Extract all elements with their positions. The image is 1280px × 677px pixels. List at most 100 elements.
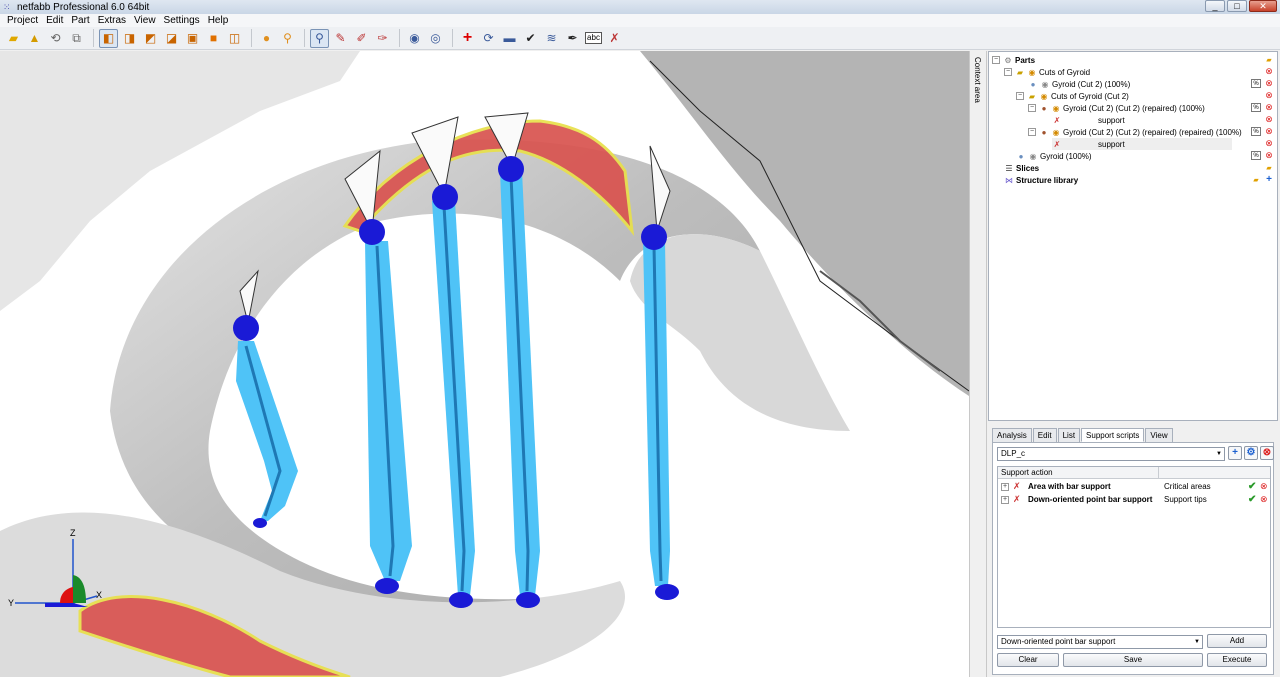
3d-viewport[interactable]: Z Y X bbox=[0, 51, 969, 677]
remove-icon[interactable]: ⊗ bbox=[1264, 90, 1274, 100]
tab-analysis[interactable]: Analysis bbox=[992, 428, 1032, 442]
action-type-select[interactable]: Down-oriented point bar support ▼ bbox=[997, 635, 1203, 649]
table-row[interactable]: + ✗ Down-oriented point bar support Supp… bbox=[998, 493, 1270, 506]
panel-splitter[interactable]: Context area bbox=[969, 51, 987, 677]
percent-icon[interactable]: % bbox=[1251, 127, 1261, 136]
menu-help[interactable]: Help bbox=[204, 15, 233, 26]
visibility-icon[interactable]: ◉ bbox=[1039, 91, 1049, 101]
support-tool-icon[interactable]: ✗ bbox=[605, 29, 624, 48]
view-back-icon[interactable]: ◨ bbox=[120, 29, 139, 48]
add-part-sphere-icon[interactable]: ◉ bbox=[405, 29, 424, 48]
view-left-icon[interactable]: ◩ bbox=[141, 29, 160, 48]
collapse-icon[interactable]: − bbox=[992, 56, 1000, 64]
shade-icon[interactable]: ● bbox=[257, 29, 276, 48]
remove-icon[interactable]: ⊗ bbox=[1264, 126, 1274, 136]
tab-view[interactable]: View bbox=[1145, 428, 1173, 442]
tree-row-support[interactable]: ✗ support bbox=[1052, 114, 1125, 126]
check-icon[interactable]: ✔ bbox=[521, 29, 540, 48]
remove-icon[interactable]: ⊗ bbox=[1260, 481, 1268, 492]
table-row[interactable]: + ✗ Area with bar support Critical areas… bbox=[998, 480, 1270, 493]
scene-canvas[interactable] bbox=[0, 51, 969, 677]
open-folder-icon[interactable]: ▰ bbox=[1251, 175, 1261, 184]
tree-row-parts[interactable]: − ⚙ Parts bbox=[992, 54, 1035, 66]
close-button[interactable]: ✕ bbox=[1249, 0, 1277, 12]
menu-project[interactable]: Project bbox=[3, 15, 42, 26]
script-select[interactable]: DLP_c ▼ bbox=[997, 447, 1225, 461]
check-icon[interactable]: ✔ bbox=[1248, 494, 1256, 505]
percent-icon[interactable]: % bbox=[1251, 103, 1261, 112]
collapse-icon[interactable]: − bbox=[1004, 68, 1012, 76]
remove-icon[interactable]: ⊗ bbox=[1264, 138, 1274, 148]
visibility-icon[interactable]: ◉ bbox=[1027, 67, 1037, 77]
view-front-icon[interactable]: ◧ bbox=[99, 28, 118, 48]
collapse-icon[interactable]: − bbox=[1016, 92, 1024, 100]
remove-icon[interactable]: ⊗ bbox=[1264, 114, 1274, 124]
select-icon[interactable]: ⚲ bbox=[310, 28, 329, 48]
check-icon[interactable]: ✔ bbox=[1248, 481, 1256, 492]
add-script-button[interactable]: + bbox=[1228, 446, 1242, 460]
visibility-icon[interactable]: ◉ bbox=[1051, 127, 1061, 137]
text-label-icon[interactable]: abc bbox=[584, 29, 603, 48]
tab-support-scripts[interactable]: Support scripts bbox=[1081, 428, 1145, 442]
maximize-button[interactable]: □ bbox=[1227, 0, 1247, 12]
remove-icon[interactable]: ⊗ bbox=[1264, 66, 1274, 76]
save-button[interactable]: Save bbox=[1063, 653, 1203, 667]
ruler-icon[interactable]: ▬ bbox=[500, 29, 519, 48]
visibility-icon[interactable]: ◉ bbox=[1051, 103, 1061, 113]
visibility-icon[interactable]: ◉ bbox=[1028, 151, 1038, 161]
open-icon[interactable]: ▰ bbox=[4, 29, 23, 48]
menu-part[interactable]: Part bbox=[67, 15, 93, 26]
menu-edit[interactable]: Edit bbox=[42, 15, 67, 26]
copy-view-icon[interactable]: ⧉ bbox=[67, 29, 86, 48]
tree-row-part[interactable]: − ● ◉ Gyroid (Cut 2) (Cut 2) (repaired) … bbox=[1028, 126, 1242, 138]
tree-row-slices[interactable]: ☰ Slices bbox=[1004, 162, 1039, 174]
tab-edit[interactable]: Edit bbox=[1032, 428, 1057, 442]
remove-icon[interactable]: ⊗ bbox=[1264, 78, 1274, 88]
expand-icon[interactable]: + bbox=[1001, 482, 1009, 491]
remove-icon[interactable]: ⊗ bbox=[1264, 102, 1274, 112]
tree-row-support[interactable]: ✗ support bbox=[1052, 138, 1232, 150]
minimize-button[interactable]: _ bbox=[1205, 0, 1225, 12]
view-top-icon[interactable]: ▣ bbox=[183, 29, 202, 48]
tree-row-part[interactable]: ● ◉ Gyroid (Cut 2) (100%) bbox=[1028, 78, 1131, 90]
view-iso-icon[interactable]: ◫ bbox=[225, 29, 244, 48]
tree-row-group[interactable]: − ▰ ◉ Cuts of Gyroid (Cut 2) bbox=[1016, 90, 1129, 102]
pen-icon[interactable]: ✒ bbox=[563, 29, 582, 48]
mesh-icon[interactable]: ≋ bbox=[542, 29, 561, 48]
remove-icon[interactable]: ⊗ bbox=[1264, 150, 1274, 160]
section-icon[interactable]: ✑ bbox=[373, 29, 392, 48]
visibility-icon[interactable]: ◉ bbox=[1040, 79, 1050, 89]
view-bottom-icon[interactable]: ■ bbox=[204, 29, 223, 48]
column-header-type[interactable] bbox=[1159, 467, 1162, 478]
open-folder-icon[interactable]: ▰ bbox=[1264, 163, 1274, 172]
add-button[interactable]: Add bbox=[1207, 634, 1267, 648]
column-header-action[interactable]: Support action bbox=[998, 467, 1159, 478]
tree-row-group[interactable]: − ▰ ◉ Cuts of Gyroid bbox=[1004, 66, 1090, 78]
tree-row-part[interactable]: − ● ◉ Gyroid (Cut 2) (Cut 2) (repaired) … bbox=[1028, 102, 1205, 114]
clear-button[interactable]: Clear bbox=[997, 653, 1059, 667]
collapse-icon[interactable]: − bbox=[1028, 128, 1036, 136]
delete-script-button[interactable]: ⊗ bbox=[1260, 446, 1274, 460]
add-part-icon[interactable]: ▲ bbox=[25, 29, 44, 48]
menu-settings[interactable]: Settings bbox=[160, 15, 204, 26]
repair-icon[interactable]: + bbox=[458, 29, 477, 48]
tab-list[interactable]: List bbox=[1057, 428, 1081, 442]
context-area-tab[interactable]: Context area bbox=[973, 57, 982, 103]
remove-part-sphere-icon[interactable]: ◎ bbox=[426, 29, 445, 48]
cut-icon[interactable]: ✎ bbox=[331, 29, 350, 48]
execute-button[interactable]: Execute bbox=[1207, 653, 1267, 667]
measure-icon[interactable]: ✐ bbox=[352, 29, 371, 48]
collapse-icon[interactable]: − bbox=[1028, 104, 1036, 112]
tree-row-structure-library[interactable]: ⋈ Structure library bbox=[1004, 174, 1078, 186]
rotate-icon[interactable]: ⟳ bbox=[479, 29, 498, 48]
remove-icon[interactable]: ⊗ bbox=[1260, 494, 1268, 505]
open-folder-icon[interactable]: ▰ bbox=[1264, 55, 1274, 64]
percent-icon[interactable]: % bbox=[1251, 151, 1261, 160]
gear-icon[interactable]: ⚙ bbox=[1244, 446, 1258, 460]
expand-icon[interactable]: + bbox=[1001, 495, 1009, 504]
zoom-icon[interactable]: ⚲ bbox=[278, 29, 297, 48]
percent-icon[interactable]: % bbox=[1251, 79, 1261, 88]
menu-extras[interactable]: Extras bbox=[94, 15, 130, 26]
add-icon[interactable]: + bbox=[1264, 174, 1274, 185]
reset-view-icon[interactable]: ⟲ bbox=[46, 29, 65, 48]
